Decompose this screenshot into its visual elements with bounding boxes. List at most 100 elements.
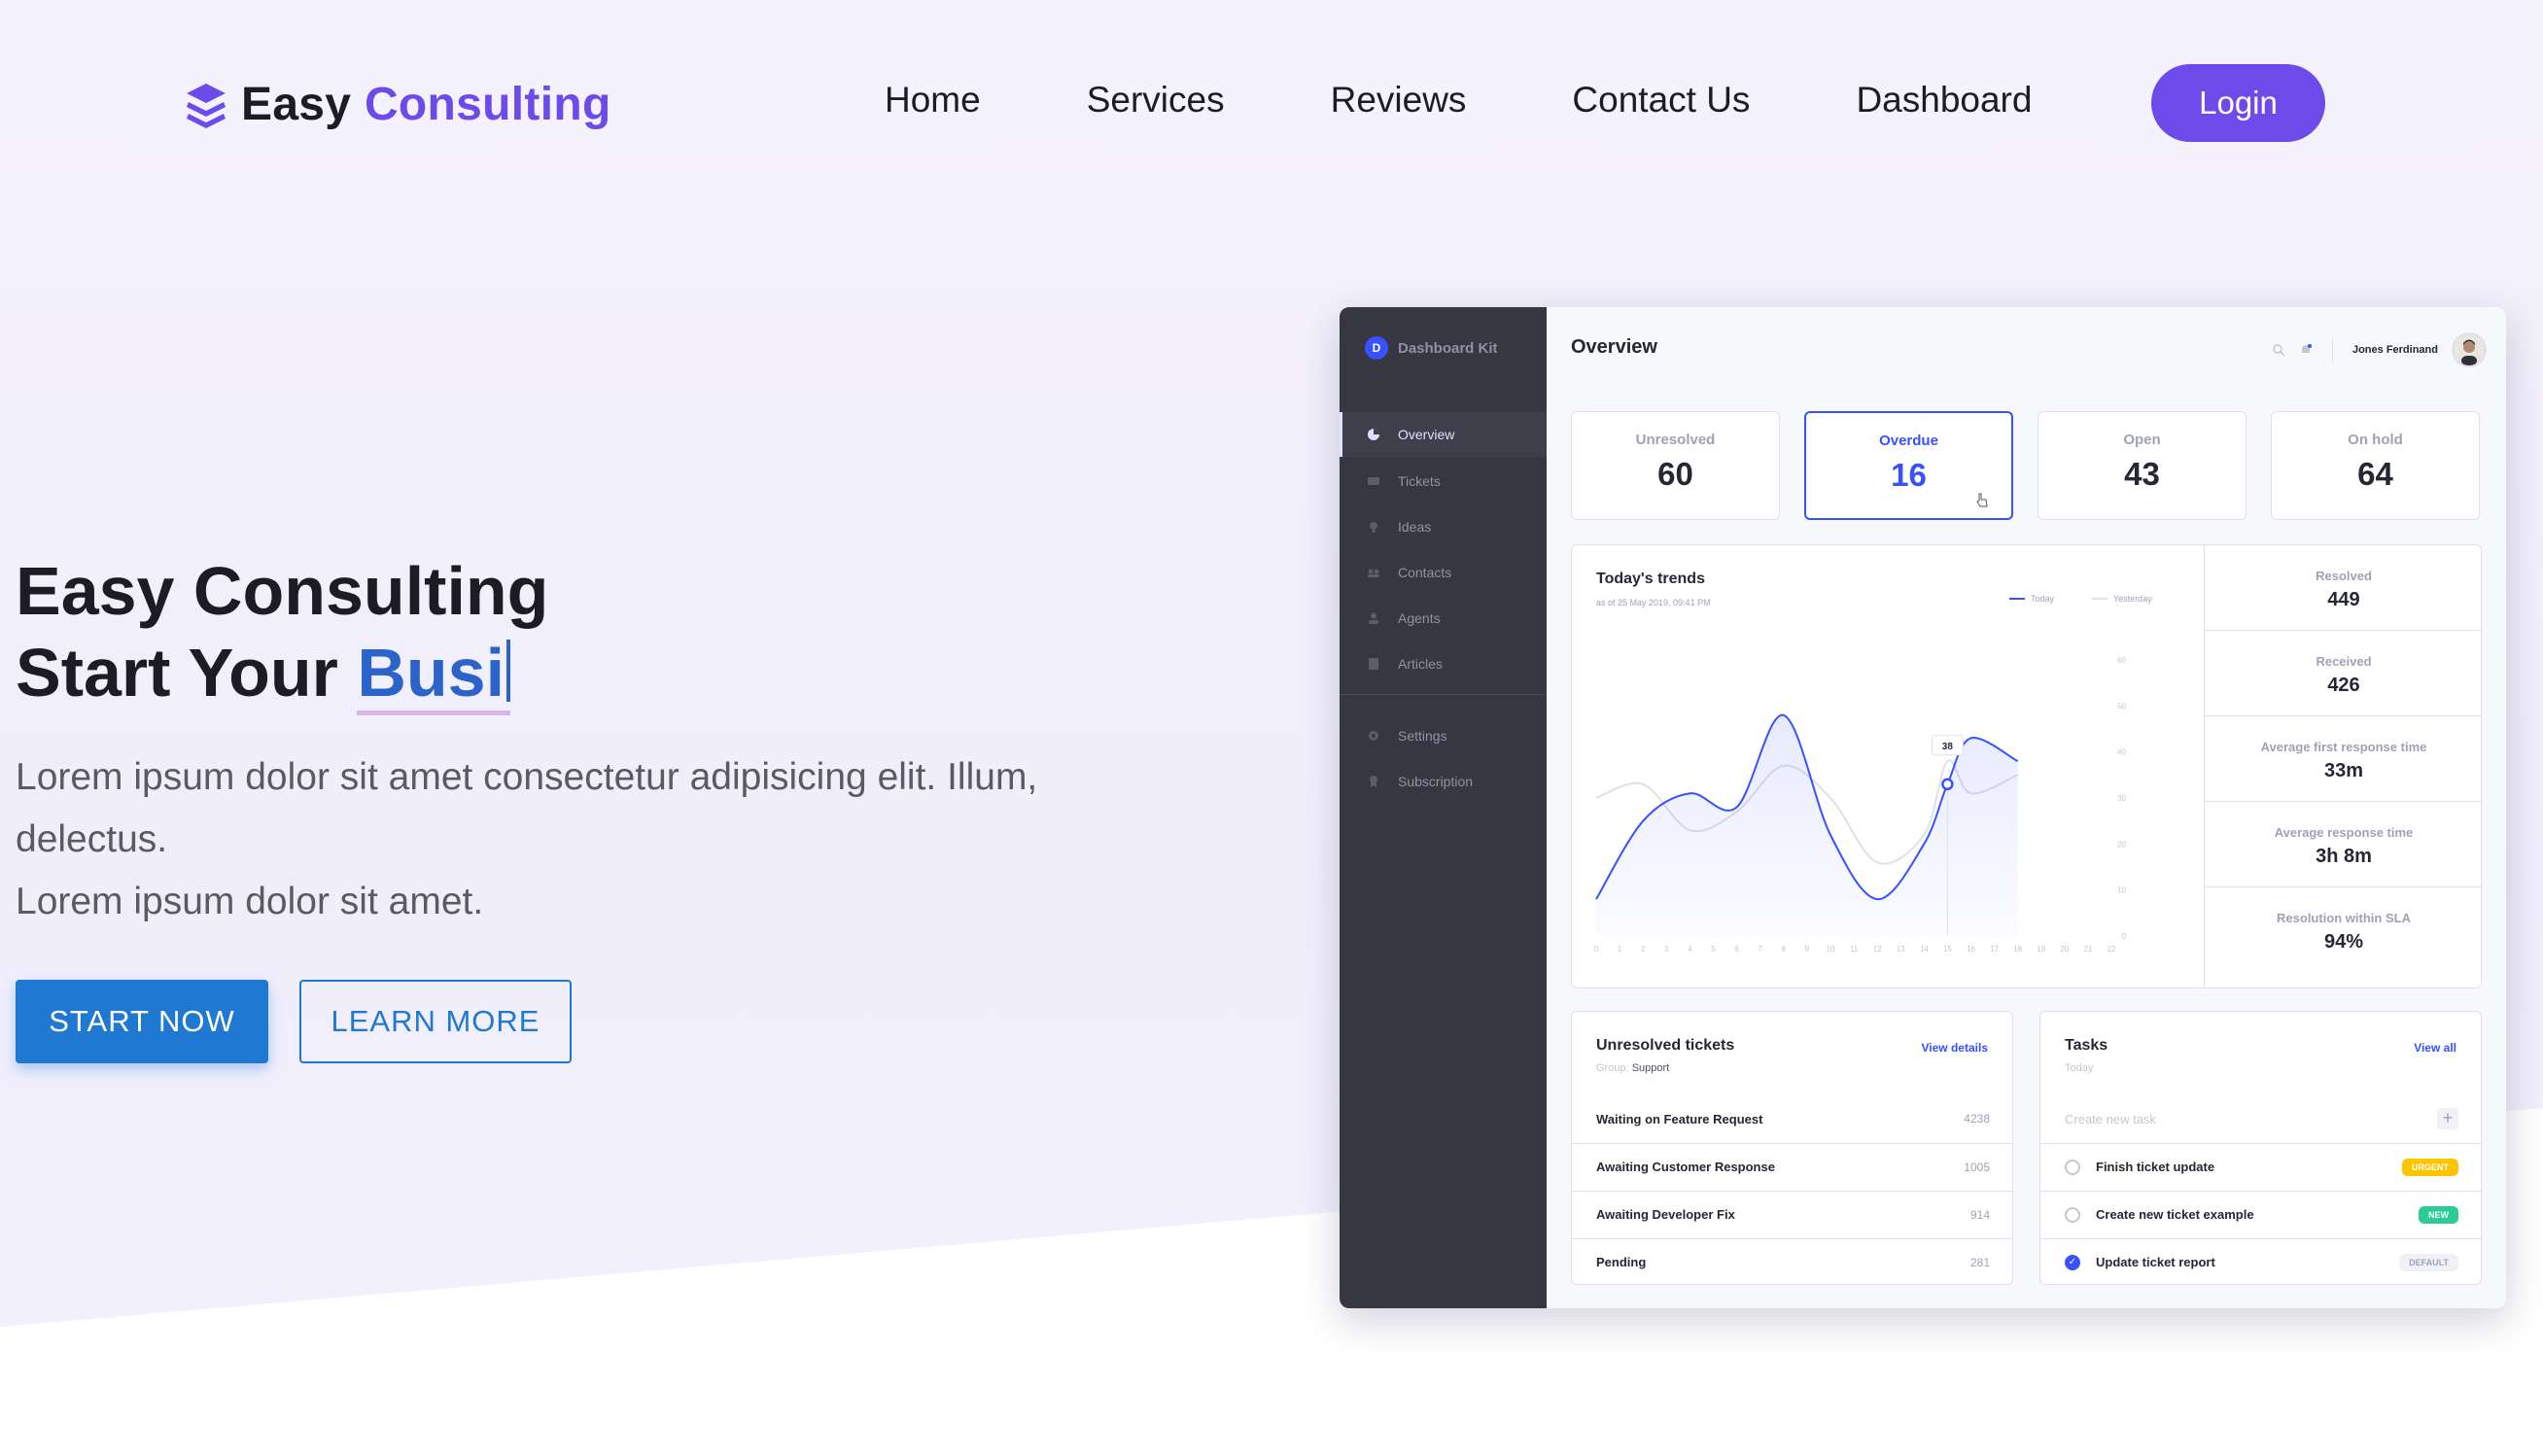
ticket-row[interactable]: Waiting on Feature Request 4238 bbox=[1572, 1095, 2012, 1142]
trends-chart: 01020304050600 1 2 3 4 5 6 7 8 9 10 11 12 13 14 15 16 17 1… bbox=[1594, 656, 2127, 953]
nav-links: Home Services Reviews Contact Us Dashboa… bbox=[885, 80, 2032, 121]
tag-new: NEW bbox=[2419, 1205, 2458, 1224]
task-row[interactable]: Finish ticket update URGENT bbox=[2040, 1143, 2481, 1190]
nav-link-contact[interactable]: Contact Us bbox=[1572, 80, 1750, 121]
ticket-row[interactable]: Pending 281 bbox=[1572, 1238, 2012, 1284]
x-tick-label: 4 bbox=[1688, 945, 1692, 953]
mockup-brand: D Dashboard Kit bbox=[1365, 336, 1498, 360]
stat-card-open[interactable]: Open 43 bbox=[2038, 411, 2247, 520]
logo-text: Easy Consulting bbox=[241, 78, 611, 131]
x-tick-label: 17 bbox=[1990, 945, 1999, 953]
topbar-separator bbox=[2331, 338, 2333, 362]
view-all-link[interactable]: View all bbox=[2414, 1041, 2456, 1055]
stat-label: On hold bbox=[2348, 432, 2403, 448]
hand-cursor-icon bbox=[1976, 493, 1988, 507]
mockup-page-title: Overview bbox=[1571, 336, 1657, 358]
sidebar-item-overview[interactable]: Overview bbox=[1340, 412, 1547, 457]
stat-card-unresolved[interactable]: Unresolved 60 bbox=[1571, 411, 1780, 520]
sidebar-item-subscription[interactable]: Subscription bbox=[1340, 759, 1547, 804]
trend-stat-value: 33m bbox=[2323, 760, 2364, 781]
ticket-icon bbox=[1368, 477, 1379, 485]
legend-swatch-yesterday bbox=[2092, 598, 2108, 600]
bell-icon[interactable] bbox=[2299, 343, 2313, 357]
nav-link-services[interactable]: Services bbox=[1087, 80, 1225, 121]
sidebar-item-label: Settings bbox=[1398, 728, 1447, 744]
sidebar-item-contacts[interactable]: Contacts bbox=[1340, 550, 1547, 595]
legend-label: Today bbox=[2031, 594, 2055, 604]
legend-today: Today bbox=[2009, 594, 2054, 604]
logo[interactable]: Easy Consulting bbox=[185, 78, 611, 131]
panel-title: Unresolved tickets bbox=[1596, 1037, 1735, 1054]
nav-link-reviews[interactable]: Reviews bbox=[1331, 80, 1467, 121]
x-tick-label: 9 bbox=[1805, 945, 1810, 953]
stat-card-on-hold[interactable]: On hold 64 bbox=[2271, 411, 2480, 520]
ticket-row[interactable]: Awaiting Customer Response 1005 bbox=[1572, 1143, 2012, 1190]
panel-subtitle: Today bbox=[2065, 1062, 2094, 1074]
trend-stat-label: Received bbox=[2316, 654, 2372, 669]
sidebar-item-agents[interactable]: Agents bbox=[1340, 596, 1547, 641]
ticket-count: 4238 bbox=[1964, 1112, 1990, 1126]
y-tick-label: 30 bbox=[2117, 794, 2126, 803]
sidebar-item-tickets[interactable]: Tickets bbox=[1340, 459, 1547, 503]
x-tick-label: 3 bbox=[1664, 945, 1669, 953]
x-tick-label: 8 bbox=[1782, 945, 1787, 953]
lightbulb-icon bbox=[1370, 522, 1377, 533]
x-tick-label: 7 bbox=[1758, 945, 1762, 953]
task-label: Update ticket report bbox=[2096, 1255, 2215, 1269]
brand-name: Dashboard Kit bbox=[1398, 339, 1498, 357]
ticket-count: 914 bbox=[1969, 1207, 1990, 1222]
ticket-label: Pending bbox=[1596, 1255, 1647, 1269]
view-details-link[interactable]: View details bbox=[1922, 1041, 1988, 1055]
start-now-button[interactable]: START NOW bbox=[16, 980, 268, 1063]
task-checkbox[interactable] bbox=[2065, 1159, 2080, 1175]
search-icon[interactable] bbox=[2272, 343, 2285, 357]
avatar[interactable] bbox=[2452, 332, 2487, 367]
x-tick-label: 0 bbox=[1594, 945, 1599, 953]
panel-title: Tasks bbox=[2065, 1037, 2108, 1054]
sidebar-item-label: Ideas bbox=[1398, 519, 1432, 535]
new-task-row[interactable]: Create new task + bbox=[2040, 1095, 2481, 1142]
y-tick-label: 0 bbox=[2122, 932, 2127, 941]
learn-more-button[interactable]: LEARN MORE bbox=[299, 980, 572, 1063]
x-tick-label: 6 bbox=[1734, 945, 1739, 953]
add-task-icon[interactable]: + bbox=[2437, 1108, 2458, 1129]
sidebar-item-articles[interactable]: Articles bbox=[1340, 641, 1547, 686]
sidebar-item-settings[interactable]: Settings bbox=[1340, 713, 1547, 758]
trend-stat-resolved: Resolved 449 bbox=[2205, 545, 2481, 631]
legend-swatch-today bbox=[2009, 598, 2025, 600]
task-checkbox[interactable] bbox=[2065, 1206, 2080, 1223]
ticket-count: 281 bbox=[1969, 1255, 1990, 1269]
sidebar-item-label: Overview bbox=[1398, 427, 1455, 442]
mockup-main: Overview Jones Ferdinand Unresolved 60 O… bbox=[1547, 307, 2506, 1308]
trend-stat-label: Resolution within SLA bbox=[2277, 911, 2411, 925]
gear-icon bbox=[1369, 731, 1378, 741]
y-tick-label: 60 bbox=[2117, 656, 2126, 665]
x-tick-label: 10 bbox=[1826, 945, 1834, 953]
trend-side-stats: Resolved 449 Received 426 Average first … bbox=[2204, 545, 2481, 988]
y-tick-label: 40 bbox=[2117, 748, 2126, 757]
task-row[interactable]: ✓ Update ticket report DEFAULT bbox=[2040, 1238, 2481, 1284]
stat-value: 16 bbox=[1891, 457, 1927, 493]
unresolved-tickets-panel: Unresolved tickets Group: Support View d… bbox=[1571, 1011, 2013, 1285]
stat-label: Overdue bbox=[1879, 433, 1938, 449]
logo-word-consulting: Consulting bbox=[364, 79, 611, 130]
trend-stat-value: 449 bbox=[2327, 589, 2360, 610]
new-task-input[interactable]: Create new task bbox=[2065, 1112, 2156, 1127]
hero-title-line1: Easy Consulting bbox=[16, 553, 549, 629]
x-tick-label: 5 bbox=[1711, 945, 1716, 953]
nav-link-home[interactable]: Home bbox=[885, 80, 981, 121]
x-tick-label: 20 bbox=[2060, 945, 2069, 953]
award-icon bbox=[1370, 776, 1377, 787]
sidebar-item-label: Subscription bbox=[1398, 774, 1474, 789]
nav-link-dashboard[interactable]: Dashboard bbox=[1856, 80, 2032, 121]
task-row[interactable]: Create new ticket example NEW bbox=[2040, 1191, 2481, 1237]
ticket-row[interactable]: Awaiting Developer Fix 914 bbox=[1572, 1191, 2012, 1237]
task-checkbox-checked[interactable]: ✓ bbox=[2065, 1254, 2080, 1270]
login-button[interactable]: Login bbox=[2151, 64, 2325, 142]
mockup-sidebar: D Dashboard Kit Overview Tickets Ideas C… bbox=[1340, 307, 1547, 1308]
stat-card-overdue[interactable]: Overdue 16 bbox=[1804, 411, 2013, 520]
sidebar-item-ideas[interactable]: Ideas bbox=[1340, 504, 1547, 549]
x-tick-label: 12 bbox=[1873, 945, 1882, 953]
x-tick-label: 14 bbox=[1920, 945, 1929, 953]
logo-word-easy: Easy bbox=[241, 79, 352, 130]
